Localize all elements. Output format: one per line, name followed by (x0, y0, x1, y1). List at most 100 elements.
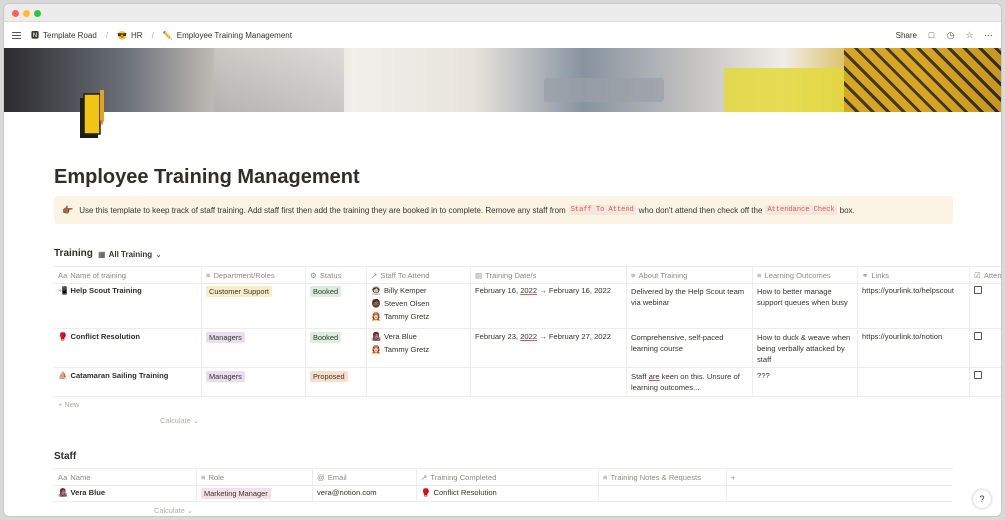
column-header-notes[interactable]: ≡ Training Notes & Requests (599, 469, 727, 485)
column-label: About Training (638, 270, 688, 280)
calculate-button[interactable]: Calculate ⌄ (154, 506, 193, 515)
table-cell: Catamaran Sailing Training (70, 371, 169, 380)
learning-outcomes[interactable]: How to duck & weave when being verbally … (753, 329, 858, 367)
staff-chip[interactable]: 👩🏻‍🚒 Tammy Gretz (371, 312, 466, 321)
pointing-hand-icon: 👉🏾 (62, 204, 74, 215)
minimize-window-button[interactable] (23, 10, 30, 17)
about-training[interactable]: Comprehensive, self-paced learning cours… (627, 329, 753, 367)
table-cell[interactable]: 👩🏽‍🎤 Vera Blue 👩🏻‍🚒 Tammy Gretz (367, 329, 471, 367)
training-date[interactable]: February 16, 2022 → February 16, 2022 (471, 283, 627, 328)
training-link[interactable]: https://yourlink.to/notion (858, 329, 970, 367)
column-header-role[interactable]: ≡ Role (197, 469, 313, 485)
view-selector[interactable]: ▦ All Training ⌄ (98, 250, 162, 259)
staff-chip[interactable]: 🧔🏾 Steven Olsen (371, 299, 466, 308)
text-property-icon: Aa (58, 270, 68, 280)
boxing-glove-icon: 🥊 (58, 332, 68, 341)
star-icon[interactable]: ☆ (965, 30, 974, 40)
page-icon-notebook[interactable] (78, 90, 106, 140)
table-cell: Help Scout Training (70, 286, 142, 295)
table-cell[interactable]: 📲 Help Scout Training (54, 283, 202, 328)
training-date-empty[interactable] (471, 368, 627, 396)
training-link[interactable]: https://yourlink.to/helpscout (858, 283, 970, 328)
column-header-about[interactable]: ≡ About Training (627, 267, 753, 283)
table-cell[interactable] (970, 283, 1001, 328)
column-header-attendance[interactable]: ☑ Atten (970, 267, 1001, 283)
table-cell[interactable] (970, 368, 1001, 396)
page-title[interactable]: Employee Training Management (54, 166, 360, 189)
table-cell[interactable]: Customer Support (202, 283, 306, 328)
training-date[interactable]: February 23, 2022 → February 27, 2022 (471, 329, 627, 367)
table-cell: 2022 (520, 332, 538, 341)
training-heading[interactable]: Training (54, 248, 93, 259)
table-row[interactable]: 📲 Help Scout Training Customer Support Bo… (54, 283, 1001, 329)
column-header-outcomes[interactable]: ≡ Learning Outcomes (753, 267, 858, 283)
table-cell: Billy Kemper (383, 286, 427, 295)
breadcrumb-item-current-page[interactable]: Employee Training Management (177, 31, 292, 40)
comment-icon[interactable]: □ (927, 30, 936, 40)
column-header-name[interactable]: Aa Name (54, 469, 197, 485)
table-cell[interactable]: 🥊 Conflict Resolution (54, 329, 202, 367)
column-header-date[interactable]: ▤ Training Date/s (471, 267, 627, 283)
table-cell[interactable]: Managers (202, 329, 306, 367)
attendance-checkbox[interactable] (974, 371, 982, 379)
training-link[interactable] (858, 368, 970, 396)
menu-icon[interactable] (12, 31, 21, 39)
staff-chip[interactable]: 🧑🏻‍🚀 Billy Kemper (371, 286, 466, 295)
attendance-checkbox[interactable] (974, 332, 982, 340)
share-button[interactable]: Share (896, 31, 917, 40)
breadcrumb-item-hr[interactable]: HR (131, 31, 143, 40)
table-cell[interactable]: ⛵ Catamaran Sailing Training (58, 371, 197, 380)
column-header-staff[interactable]: ↗ Staff To Attend (367, 267, 471, 283)
table-cell[interactable]: 📲 Help Scout Training (58, 286, 197, 295)
table-cell[interactable]: Marketing Manager (197, 485, 313, 501)
table-cell[interactable]: 🧑🏻‍🚀 Billy Kemper 🧔🏾 Steven Olsen 👩🏻‍🚒 Tamm… (367, 283, 471, 328)
column-header-status[interactable]: ⚙ Status (306, 267, 367, 283)
column-header-training-completed[interactable]: ↗ Training Completed (417, 469, 599, 485)
table-row[interactable]: 🥊 Conflict Resolution Managers Booked 👩🏽‍… (54, 329, 1001, 368)
table-cell[interactable]: Managers (202, 368, 306, 396)
add-column-button[interactable]: + (727, 469, 953, 485)
app-window: 🅽 Template Road / 😎 HR / ✏️ Employee Tra… (3, 3, 1002, 517)
staff-chip[interactable]: 👩🏽‍🎤 Vera Blue (371, 332, 466, 341)
staff-heading[interactable]: Staff (54, 451, 76, 462)
maximize-window-button[interactable] (34, 10, 41, 17)
instruction-callout: 👉🏾 Use this template to keep track of st… (54, 196, 953, 224)
table-cell[interactable]: 🥊 Conflict Resolution (58, 332, 197, 341)
about-training[interactable]: Staff are keen on this. Unsure of learni… (627, 368, 753, 396)
table-row[interactable]: ⛵ Catamaran Sailing Training Managers Pro… (54, 368, 1001, 397)
attendance-checkbox[interactable] (974, 286, 982, 294)
column-header-name[interactable]: Aa Name of training (54, 267, 202, 283)
chevron-down-icon: ⌄ (186, 506, 194, 515)
staff-to-attend-empty[interactable] (367, 368, 471, 396)
learning-outcomes[interactable]: How to better manage support queues when… (753, 283, 858, 328)
table-cell[interactable]: 👩🏽‍🎤 Vera Blue (54, 485, 197, 501)
close-window-button[interactable] (12, 10, 19, 17)
clock-icon[interactable]: ◷ (946, 30, 955, 40)
column-header-links[interactable]: ⚭ Links (858, 267, 970, 283)
new-row-button[interactable]: + New (58, 400, 79, 409)
calculate-button[interactable]: Calculate ⌄ (160, 416, 199, 425)
more-icon[interactable]: ⋯ (984, 30, 993, 40)
breadcrumb-item-template-road[interactable]: Template Road (43, 31, 97, 40)
notes-cell[interactable] (599, 485, 727, 501)
staff-chip[interactable]: 👩🏻‍🚒 Tammy Gretz (371, 345, 466, 354)
table-cell[interactable]: 🥊 Conflict Resolution (417, 485, 599, 501)
table-cell[interactable]: Booked (306, 283, 367, 328)
text-property-icon: Aa (58, 472, 68, 482)
table-cell[interactable] (970, 329, 1001, 367)
email-cell[interactable]: vera@notion.com (313, 485, 417, 501)
column-header-department[interactable]: ≡ Department/Roles (202, 267, 306, 283)
table-cell[interactable]: 👩🏽‍🎤 Vera Blue (58, 488, 192, 497)
table-cell: Vera Blue (383, 332, 417, 341)
learning-outcomes[interactable]: ??? (753, 368, 858, 396)
table-cell[interactable]: Proposed (306, 368, 367, 396)
training-chip[interactable]: 🥊 Conflict Resolution (421, 488, 594, 497)
column-header-email[interactable]: @ Email (313, 469, 417, 485)
table-cell[interactable]: ⛵ Catamaran Sailing Training (54, 368, 202, 396)
status-badge: Proposed (310, 371, 348, 382)
table-row[interactable]: 👩🏽‍🎤 Vera Blue Marketing Manager vera@not… (54, 485, 953, 502)
table-cell[interactable]: Booked (306, 329, 367, 367)
table-cell: Tammy Gretz (383, 345, 430, 354)
help-button[interactable]: ? (973, 490, 991, 508)
about-training[interactable]: Delivered by the Help Scout team via web… (627, 283, 753, 328)
